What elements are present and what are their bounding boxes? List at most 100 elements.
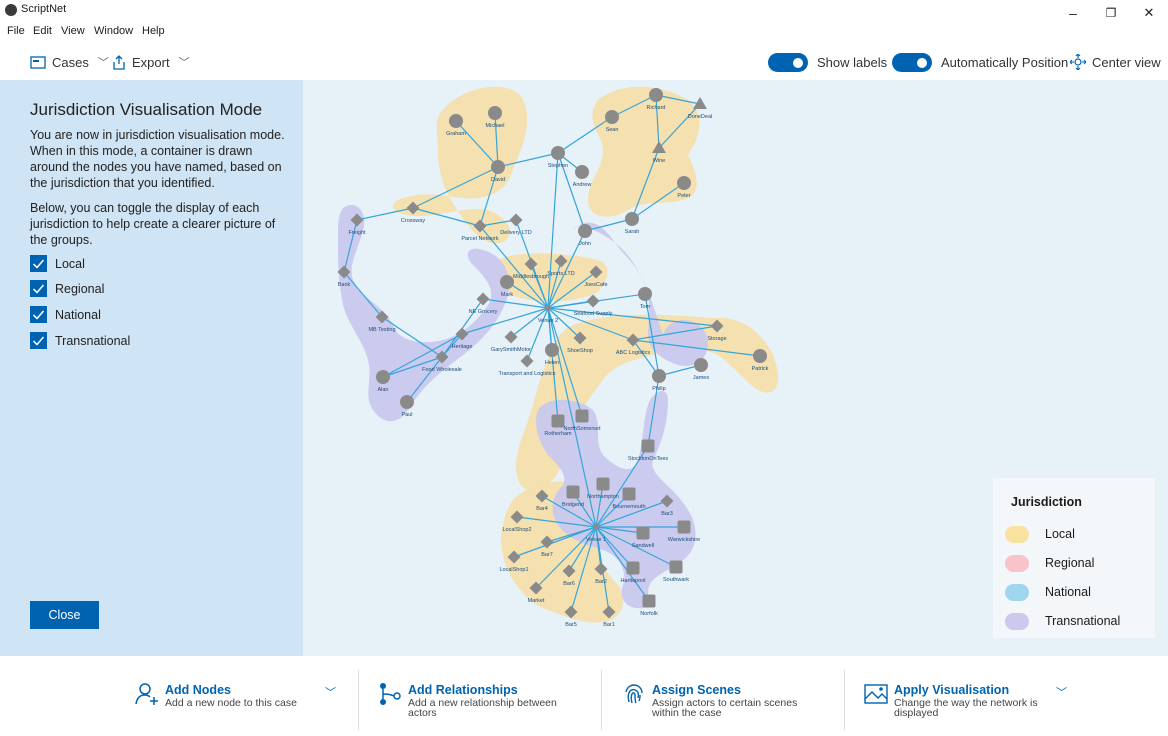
export-label: Export [132,54,170,70]
cases-dropdown[interactable]: Cases ﹀ [30,54,109,70]
apply-visualisation-button[interactable]: Apply Visualisation Change the way the n… [864,670,1084,722]
node-paul[interactable]: Paul [400,395,414,418]
node-label: Patrick [752,366,769,372]
node-mark[interactable]: Mark [500,275,514,298]
apply-visualisation-title: Apply Visualisation [894,683,1010,697]
node-shape [545,305,551,311]
transnational-checkbox[interactable]: Transnational [30,332,130,349]
node-label: David [491,177,505,183]
local-checkbox-label: Local [55,256,85,271]
show-labels-toggle[interactable] [768,53,808,72]
node-label: Delivery LTD [500,230,531,236]
node-label: GarySmithMotor [491,347,531,353]
node-shape [376,370,390,384]
add-nodes-button[interactable]: Add Nodes Add a new node to this case ﹀ [135,670,345,722]
checkmark-icon [30,332,47,349]
node-sarah[interactable]: Sarah [625,212,640,235]
node-andrew[interactable]: Andrew [573,165,592,188]
node-label: Middlesbrough [513,274,549,280]
close-button[interactable]: Close [30,601,99,629]
node-philip[interactable]: Philip [652,369,666,392]
node-tom[interactable]: Tom [638,287,652,310]
node-shape [520,354,534,368]
node-shape [545,343,559,357]
minimize-button[interactable]: – [1058,2,1088,24]
chevron-down-icon[interactable]: ﹀ [1056,684,1067,700]
legend-swatch-transnational [1005,613,1029,630]
legend-item-local: Local [993,526,1155,546]
export-dropdown[interactable]: Export ﹀ [112,54,190,70]
checkmark-icon [30,280,47,297]
cases-label: Cases [52,54,89,70]
node-label: Alan [377,387,388,393]
node-alan[interactable]: Alan [376,370,390,393]
regional-checkbox[interactable]: Regional [30,280,104,297]
node-shape [694,358,708,372]
panel-description: You are now in jurisdiction visualisatio… [30,128,285,190]
menu-file[interactable]: File [7,25,25,37]
node-shape [449,114,463,128]
assign-scenes-title: Assign Scenes [652,683,741,697]
node-shape [593,524,599,530]
node-stockton[interactable]: StocktonOnTees [628,439,669,463]
node-sean[interactable]: Sean [605,110,619,133]
legend-label-transnational: Transnational [1045,614,1121,628]
node-label: Sports LTD [547,271,574,277]
node-label: Andrew [573,182,592,188]
center-view-button[interactable]: Center view [1070,54,1161,70]
menu-help[interactable]: Help [142,25,165,37]
node-peter[interactable]: Peter [677,176,691,199]
node-label: Helen [545,360,559,366]
legend-item-regional: Regional [993,555,1155,575]
node-label: Bar7 [541,552,553,558]
node-norfolk[interactable]: Norfolk [640,594,658,618]
node-label: Mark [501,292,513,298]
node-stephen[interactable]: Stephen [548,146,569,169]
menu-window[interactable]: Window [94,25,133,37]
menu-view[interactable]: View [61,25,85,37]
node-shape [488,106,502,120]
node-gary[interactable]: GarySmithMotor [491,330,531,354]
node-shape [578,224,592,238]
app-window: ScriptNet – ❐ ✕ File Edit View Window He… [0,0,1168,736]
node-helen[interactable]: Helen [545,343,559,366]
show-labels-label: Show labels [817,55,888,70]
node-shape [500,275,514,289]
local-checkbox[interactable]: Local [30,255,85,272]
node-label: Paul [401,412,412,418]
center-view-label: Center view [1092,54,1161,70]
menu-edit[interactable]: Edit [33,25,52,37]
node-label: LocalShop1 [499,567,528,573]
node-label: James [693,375,709,381]
node-david[interactable]: David [491,160,505,183]
node-label: DoneDeal [688,114,712,120]
restore-button[interactable]: ❐ [1096,2,1126,24]
node-label: StocktonOnTees [628,456,669,462]
node-shape [605,110,619,124]
node-shape [638,287,652,301]
close-window-button[interactable]: ✕ [1134,2,1164,24]
assign-scenes-desc: Assign actors to certain scenes within t… [652,697,798,719]
transnational-checkbox-label: Transnational [55,333,131,348]
node-shape [622,487,636,501]
node-label: Warwickshire [668,537,701,543]
auto-position-toggle[interactable] [892,53,932,72]
node-label: JoesCafe [584,282,607,288]
assign-scenes-button[interactable]: Assign Scenes Assign actors to certain s… [622,670,832,722]
node-james[interactable]: James [693,358,709,381]
national-checkbox[interactable]: National [30,306,101,323]
add-relationships-button[interactable]: Add Relationships Add a new relationship… [378,670,578,722]
chevron-down-icon[interactable]: ﹀ [325,684,336,700]
divider [844,670,845,730]
person-add-icon [135,683,158,705]
node-shape [586,294,600,308]
node-label: NE Grocery [469,309,498,315]
title-bar: ScriptNet – ❐ ✕ [0,0,1168,24]
node-shape [642,594,656,608]
node-shape [649,88,663,102]
node-john[interactable]: John [578,224,592,247]
node-label: Bar6 [563,581,575,587]
jurisdiction-panel: Jurisdiction Visualisation Mode You are … [0,80,303,656]
node-label: Bournemouth [612,504,645,510]
node-label: ABC Logistics [616,350,650,356]
